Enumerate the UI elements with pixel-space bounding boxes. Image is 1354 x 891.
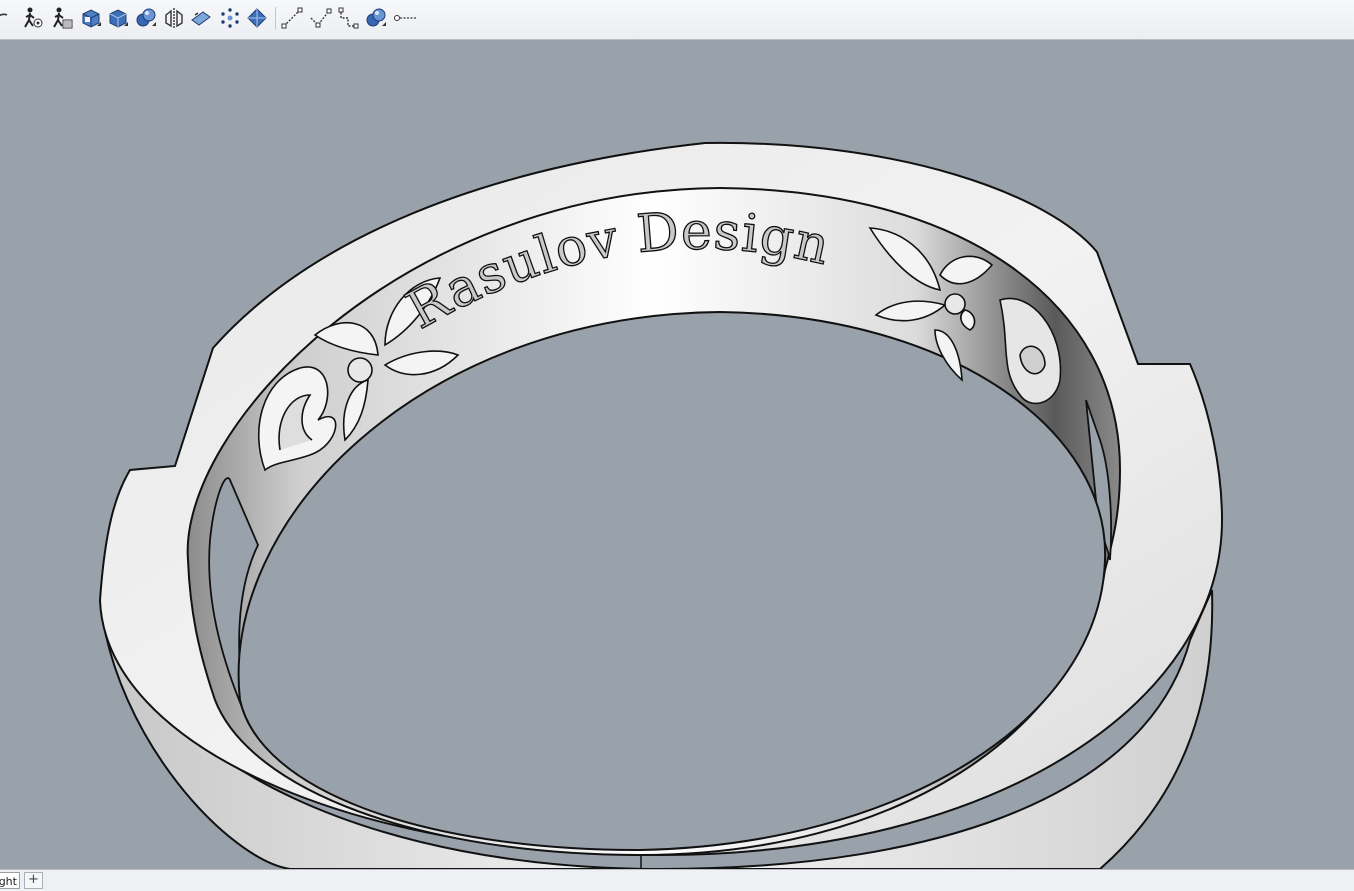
line-icon[interactable] xyxy=(280,5,304,31)
view-tab-right[interactable]: Right xyxy=(0,872,20,889)
walkthrough-icon[interactable] xyxy=(21,5,45,31)
render-spheres-icon[interactable] xyxy=(364,5,388,31)
partial-arc-icon[interactable] xyxy=(0,5,14,31)
add-tab-label: + xyxy=(28,872,39,887)
view-tab-label: Right xyxy=(0,875,17,888)
box-solid-icon[interactable] xyxy=(106,5,130,31)
view-tab-bar: Right + xyxy=(0,869,1354,891)
ring-model: Rasulov Design xyxy=(98,141,1224,869)
add-view-tab-button[interactable]: + xyxy=(24,872,43,889)
surface-icon[interactable] xyxy=(245,5,269,31)
viewport[interactable]: Rasulov Design xyxy=(0,41,1354,869)
mirror-icon[interactable] xyxy=(162,5,186,31)
walkthrough-settings-icon[interactable] xyxy=(50,5,74,31)
polyline-icon[interactable] xyxy=(308,5,332,31)
spheres-icon[interactable] xyxy=(134,5,158,31)
toolbar-separator xyxy=(275,7,276,29)
truncated-tool-icon[interactable] xyxy=(392,5,416,31)
dimension-icon[interactable] xyxy=(336,5,360,31)
plane-icon[interactable] xyxy=(189,5,213,31)
points-icon[interactable] xyxy=(218,5,242,31)
box-icon[interactable] xyxy=(79,5,103,31)
toolbar xyxy=(0,0,1354,40)
